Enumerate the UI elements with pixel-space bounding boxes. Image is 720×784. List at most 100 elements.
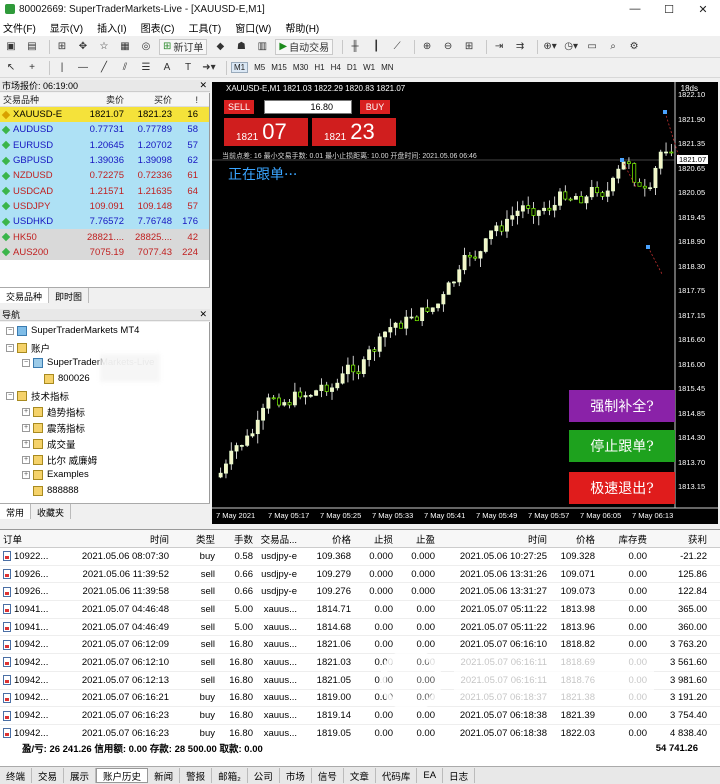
market-watch-row[interactable]: AUDUSD 0.77731 0.77789 58 xyxy=(0,122,209,138)
expand-icon[interactable]: + xyxy=(22,440,30,448)
lot-size-input[interactable]: 16.80 xyxy=(264,100,352,114)
tree-account-number[interactable]: 800026 xyxy=(44,373,90,384)
fast-exit-button[interactable]: 极速退出? xyxy=(569,472,675,504)
terminal-tab[interactable]: 新闻 xyxy=(148,768,181,783)
terminal-tab[interactable]: 交易 xyxy=(32,768,65,783)
menu-insert[interactable]: 插入(I) xyxy=(97,20,126,35)
periods-icon[interactable]: ◷▾ xyxy=(563,39,579,55)
strategy-tester-icon[interactable]: ◎ xyxy=(138,39,154,55)
market-watch-row[interactable]: USDJPY 109.091 109.148 57 xyxy=(0,198,209,215)
market-watch-row[interactable]: GBPUSD 1.39036 1.39098 62 xyxy=(0,152,209,169)
minimize-button[interactable]: — xyxy=(618,0,652,18)
new-chart-icon[interactable]: ▣ xyxy=(3,39,19,55)
force-complete-button[interactable]: 强制补全? xyxy=(569,390,675,422)
collapse-icon[interactable]: − xyxy=(6,392,14,400)
table-row[interactable]: 10922... 2021.05.06 08:07:30 buy 0.58 usdjpy… xyxy=(0,548,720,566)
text-icon[interactable]: A xyxy=(159,60,175,76)
tree-custom-888888[interactable]: 888888 xyxy=(33,485,79,496)
metaeditor-icon[interactable]: ◆ xyxy=(212,39,228,55)
market-watch-row[interactable]: EURUSD 1.20645 1.20702 57 xyxy=(0,137,209,153)
equidistant-channel-icon[interactable]: ⫽ xyxy=(117,60,133,76)
menu-help[interactable]: 帮助(H) xyxy=(285,20,319,35)
vertical-line-icon[interactable]: | xyxy=(54,60,70,76)
terminal-tab[interactable]: 警报 xyxy=(180,768,213,783)
buy-price[interactable]: 1821 23 xyxy=(312,118,396,146)
bar-chart-icon[interactable]: ╫ xyxy=(347,39,363,55)
profiles-icon[interactable]: ▤ xyxy=(24,39,40,55)
text-label-icon[interactable]: T xyxy=(180,60,196,76)
timeframe-m1[interactable]: M1 xyxy=(231,62,249,73)
tree-examples[interactable]: + Examples xyxy=(22,469,89,480)
terminal-tab[interactable]: 公司 xyxy=(248,768,280,783)
market-watch-row[interactable]: NZDUSD 0.72275 0.72336 61 xyxy=(0,168,209,184)
indicators-icon[interactable]: ⊕▾ xyxy=(542,39,558,55)
terminal-tab[interactable]: 邮箱₂ xyxy=(212,768,248,783)
tree-trend[interactable]: + 趋势指标 xyxy=(22,405,85,419)
tree-root[interactable]: − SuperTraderMarkets MT4 xyxy=(6,325,139,336)
market-watch-row[interactable]: XAUUSD-E 1821.07 1821.23 16 xyxy=(0,107,209,123)
market-watch-row[interactable]: HK50 28821.... 28825.... 42 xyxy=(0,229,209,245)
timeframe-h1[interactable]: H1 xyxy=(314,63,324,72)
menu-tools[interactable]: 工具(T) xyxy=(188,20,221,35)
terminal-tab[interactable]: 展示 xyxy=(64,768,97,783)
sell-button[interactable]: SELL xyxy=(224,100,254,114)
tree-volumes[interactable]: + 成交量 xyxy=(22,437,76,451)
menu-charts[interactable]: 图表(C) xyxy=(141,20,175,35)
expand-icon[interactable]: + xyxy=(22,408,30,416)
trendline-icon[interactable]: ╱ xyxy=(96,60,112,76)
data-window-icon[interactable]: ✥ xyxy=(75,39,91,55)
search-icon[interactable]: ⌕ xyxy=(605,39,621,55)
terminal-tab[interactable]: 市场 xyxy=(280,768,312,783)
close-button[interactable]: ✕ xyxy=(686,0,720,18)
market-watch-icon[interactable]: ⊞ xyxy=(54,39,70,55)
maximize-button[interactable]: ☐ xyxy=(652,0,686,18)
sell-price[interactable]: 1821 07 xyxy=(224,118,308,146)
timeframe-m5[interactable]: M5 xyxy=(254,63,265,72)
autoscroll-icon[interactable]: ⇉ xyxy=(512,39,528,55)
new-order-button[interactable]: ⊞ 新订单 xyxy=(159,38,208,55)
auto-trading-button[interactable]: ▶ 自动交易 xyxy=(275,38,334,55)
table-row[interactable]: 10926... 2021.05.06 11:39:52 sell 0.66 usdjp… xyxy=(0,566,720,584)
tree-indicators[interactable]: − 技术指标 xyxy=(6,389,69,403)
price-chart[interactable]: XAUUSD-E,M1 1821.03 1822.29 1820.83 1821… xyxy=(212,82,718,524)
table-row[interactable]: 10926... 2021.05.06 11:39:58 sell 0.66 usdjp… xyxy=(0,583,720,602)
tab-favorites[interactable]: 收藏夹 xyxy=(31,504,72,519)
history-icon[interactable]: ▥ xyxy=(254,39,270,55)
terminal-tab[interactable]: 信号 xyxy=(312,768,344,783)
buy-button[interactable]: BUY xyxy=(360,100,390,114)
crosshair-icon[interactable]: + xyxy=(24,60,40,76)
chart-shift-icon[interactable]: ⇥ xyxy=(491,39,507,55)
arrows-icon[interactable]: ➜▾ xyxy=(201,60,217,76)
timeframe-d1[interactable]: D1 xyxy=(347,63,357,72)
terminal-tab[interactable]: 文章 xyxy=(344,768,376,783)
tab-tick-chart[interactable]: 即时图 xyxy=(49,288,90,303)
collapse-icon[interactable]: − xyxy=(6,326,14,335)
terminal-tab[interactable]: 日志 xyxy=(443,768,476,783)
market-watch-row[interactable]: USDCAD 1.21571 1.21635 64 xyxy=(0,183,209,199)
terminal-icon[interactable]: ▦ xyxy=(117,39,133,55)
market-watch-row[interactable]: AUS200 7075.19 7077.43 224 xyxy=(0,244,209,260)
tab-symbols[interactable]: 交易品种 xyxy=(0,288,50,303)
collapse-icon[interactable]: − xyxy=(6,344,14,352)
expand-icon[interactable]: + xyxy=(22,456,30,464)
tree-bill-williams[interactable]: + 比尔 威廉姆 xyxy=(22,453,97,467)
timeframe-h4[interactable]: H4 xyxy=(331,63,341,72)
collapse-icon[interactable]: − xyxy=(22,358,30,367)
tree-oscillators[interactable]: + 震荡指标 xyxy=(22,421,85,435)
line-chart-icon[interactable]: ⟋ xyxy=(389,39,405,55)
table-row[interactable]: 10941... 2021.05.07 04:46:48 sell 5.00 xauus… xyxy=(0,601,720,619)
expand-icon[interactable]: + xyxy=(22,470,30,479)
stop-following-button[interactable]: 停止跟单? xyxy=(569,430,675,462)
timeframe-m15[interactable]: M15 xyxy=(271,63,287,72)
tab-common[interactable]: 常用 xyxy=(0,504,32,519)
close-icon[interactable]: ✕ xyxy=(199,309,210,320)
timeframe-w1[interactable]: W1 xyxy=(363,63,375,72)
tile-windows-icon[interactable]: ⊞ xyxy=(461,39,477,55)
fibonacci-icon[interactable]: ☰ xyxy=(138,60,154,76)
expand-icon[interactable]: + xyxy=(22,424,30,432)
menu-window[interactable]: 窗口(W) xyxy=(235,20,271,35)
signals-icon[interactable]: ☗ xyxy=(233,39,249,55)
timeframe-mn[interactable]: MN xyxy=(381,63,393,72)
zoom-in-icon[interactable]: ⊕ xyxy=(419,39,435,55)
templates-icon[interactable]: ▭ xyxy=(584,39,600,55)
